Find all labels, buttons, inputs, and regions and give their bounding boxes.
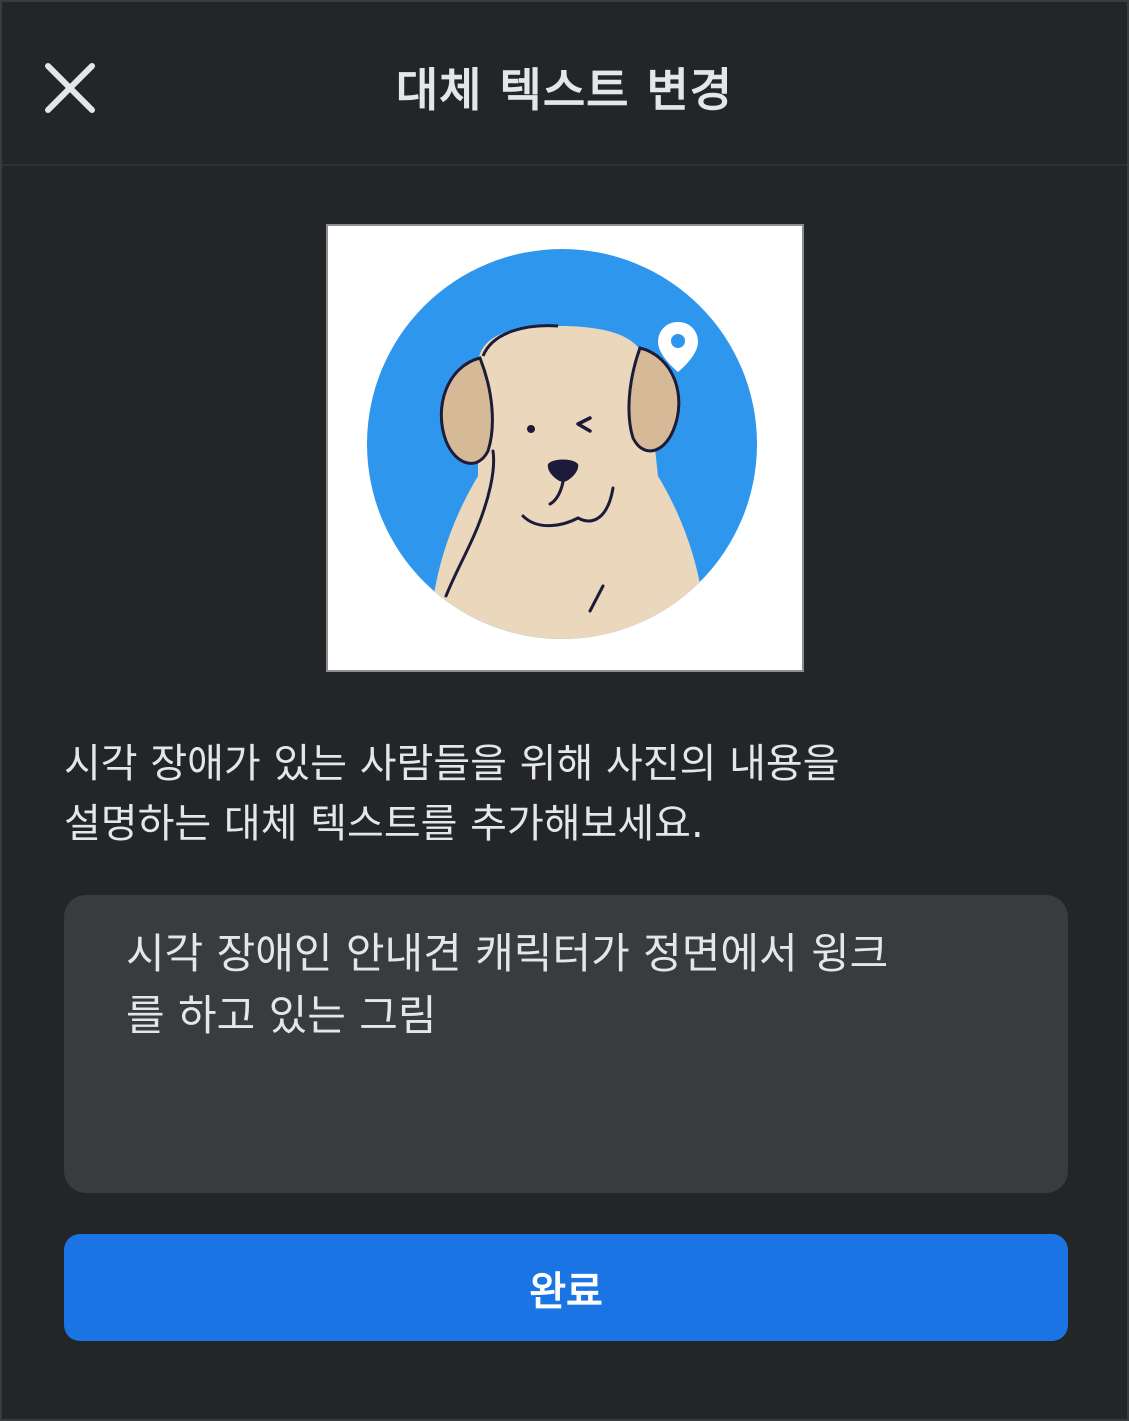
dog-winking-illustration: [367, 249, 757, 639]
description-line-1: 시각 장애가 있는 사람들을 위해 사진의 내용을: [64, 741, 840, 787]
dog-left-eye: [527, 425, 535, 433]
alt-text-line-1: 시각 장애인 안내견 캐릭터가 정면에서 윙크: [126, 929, 889, 978]
image-preview: [326, 224, 804, 672]
alt-text-dialog: 대체 텍스트 변경 시각 장애가 있는 사람들을 위해 사진의 내용을 설명하는…: [0, 0, 1129, 1421]
description-text: 시각 장애가 있는 사람들을 위해 사진의 내용을 설명하는 대체 텍스트를 추…: [64, 734, 1064, 854]
done-button[interactable]: 완료: [64, 1234, 1068, 1341]
dialog-title: 대체 텍스트 변경: [395, 63, 734, 117]
alt-text-line-2: 를 하고 있는 그림: [126, 991, 437, 1040]
dialog-header: 대체 텍스트 변경: [2, 2, 1127, 166]
alt-text-input[interactable]: 시각 장애인 안내견 캐릭터가 정면에서 윙크 를 하고 있는 그림: [64, 895, 1068, 1193]
description-line-2: 설명하는 대체 텍스트를 추가해보세요.: [64, 801, 704, 847]
done-button-label: 완료: [529, 1268, 603, 1315]
